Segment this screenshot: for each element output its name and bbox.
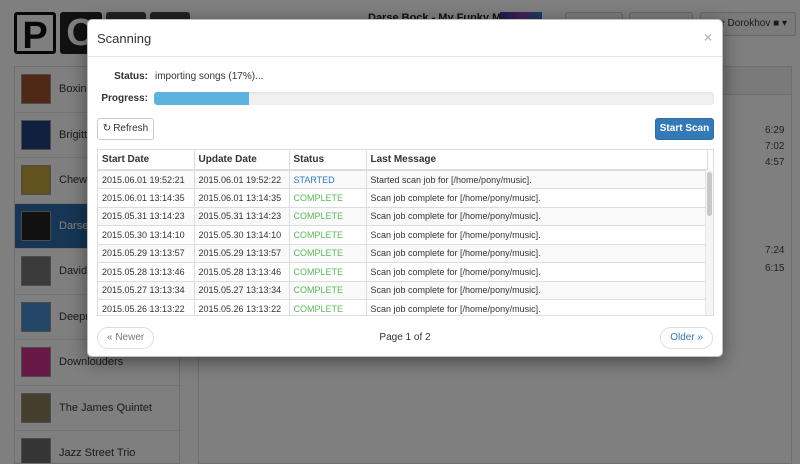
cell-update-date: 2015.06.01 13:14:35	[194, 188, 290, 208]
cell-update-date: 2015.05.30 13:14:10	[194, 225, 290, 245]
progress-label: Progress:	[101, 93, 148, 104]
cell-start-date: 2015.05.27 13:13:34	[98, 281, 195, 300]
refresh-label: Refresh	[113, 123, 149, 134]
cell-status: COMPLETE	[289, 281, 367, 300]
dialog-header: Scanning ×	[88, 20, 722, 57]
column-header-last-message[interactable]: Last Message	[366, 150, 708, 171]
cell-last-message: Started scan job for [/home/pony/music].	[366, 170, 708, 189]
cell-update-date: 2015.05.29 13:13:57	[194, 244, 290, 263]
cell-update-date: 2015.05.31 13:14:23	[194, 207, 290, 226]
scan-jobs-table: Start Date Update Date Status Last Messa…	[97, 149, 714, 316]
table-header-row: Start Date Update Date Status Last Messa…	[98, 150, 708, 171]
cell-status: COMPLETE	[289, 188, 367, 208]
cell-last-message: Scan job complete for [/home/pony/music]…	[366, 299, 708, 315]
cell-last-message: Scan job complete for [/home/pony/music]…	[366, 225, 708, 245]
cell-start-date: 2015.05.30 13:14:10	[98, 225, 195, 245]
cell-last-message: Scan job complete for [/home/pony/music]…	[366, 262, 708, 282]
table-row: 2015.05.28 13:13:46 2015.05.28 13:13:46 CO…	[98, 262, 708, 282]
table-row: 2015.05.26 13:13:22 2015.05.26 13:13:22 CO…	[98, 299, 708, 315]
table-row: 2015.06.01 13:14:35 2015.06.01 13:14:35 CO…	[98, 188, 708, 208]
cell-last-message: Scan job complete for [/home/pony/music]…	[366, 207, 708, 226]
cell-update-date: 2015.05.26 13:13:22	[194, 299, 290, 315]
older-page-button[interactable]: Older »	[660, 327, 713, 349]
refresh-button[interactable]: ↻ Refresh	[97, 118, 154, 140]
table-row: 2015.05.30 13:14:10 2015.05.30 13:14:10 CO…	[98, 225, 708, 245]
table-row: 2015.05.27 13:13:34 2015.05.27 13:13:34 CO…	[98, 281, 708, 300]
cell-start-date: 2015.05.26 13:13:22	[98, 299, 195, 315]
cell-status: STARTED	[289, 170, 367, 189]
column-header-status[interactable]: Status	[289, 150, 367, 171]
dialog-footer: « Newer Page 1 of 2 Older »	[88, 320, 722, 356]
scan-progress-bar	[154, 92, 714, 105]
cell-start-date: 2015.05.28 13:13:46	[98, 262, 195, 282]
close-icon[interactable]: ×	[704, 29, 712, 45]
cell-status: COMPLETE	[289, 299, 367, 315]
column-header-update-date[interactable]: Update Date	[194, 150, 290, 171]
cell-start-date: 2015.05.31 13:14:23	[98, 207, 195, 226]
start-scan-button[interactable]: Start Scan	[655, 118, 714, 140]
cell-last-message: Scan job complete for [/home/pony/music]…	[366, 188, 708, 208]
progress-fill	[154, 92, 250, 105]
cell-start-date: 2015.06.01 19:52:21	[98, 170, 195, 189]
cell-start-date: 2015.05.29 13:13:57	[98, 244, 195, 263]
cell-status: COMPLETE	[289, 262, 367, 282]
cell-update-date: 2015.06.01 19:52:22	[194, 170, 290, 189]
table-row: 2015.05.31 13:14:23 2015.05.31 13:14:23 CO…	[98, 207, 708, 226]
cell-update-date: 2015.05.27 13:13:34	[194, 281, 290, 300]
cell-update-date: 2015.05.28 13:13:46	[194, 262, 290, 282]
status-value: importing songs (17%)...	[155, 71, 264, 82]
column-header-start-date[interactable]: Start Date	[98, 150, 195, 171]
page-indicator: Page 1 of 2	[379, 332, 431, 343]
cell-start-date: 2015.06.01 13:14:35	[98, 188, 195, 208]
refresh-icon: ↻	[102, 123, 112, 134]
table-scrollbar[interactable]	[705, 170, 713, 315]
scanning-dialog: Scanning × Status: importing songs (17%)…	[87, 19, 723, 357]
cell-last-message: Scan job complete for [/home/pony/music]…	[366, 244, 708, 263]
cell-status: COMPLETE	[289, 207, 367, 226]
status-label: Status:	[114, 71, 148, 82]
table-row: 2015.06.01 19:52:21 2015.06.01 19:52:22 ST…	[98, 170, 708, 189]
cell-last-message: Scan job complete for [/home/pony/music]…	[366, 281, 708, 300]
cell-status: COMPLETE	[289, 225, 367, 245]
table-row: 2015.05.29 13:13:57 2015.05.29 13:13:57 CO…	[98, 244, 708, 263]
cell-status: COMPLETE	[289, 244, 367, 263]
dialog-title: Scanning	[97, 31, 152, 46]
scrollbar-thumb[interactable]	[707, 172, 712, 216]
